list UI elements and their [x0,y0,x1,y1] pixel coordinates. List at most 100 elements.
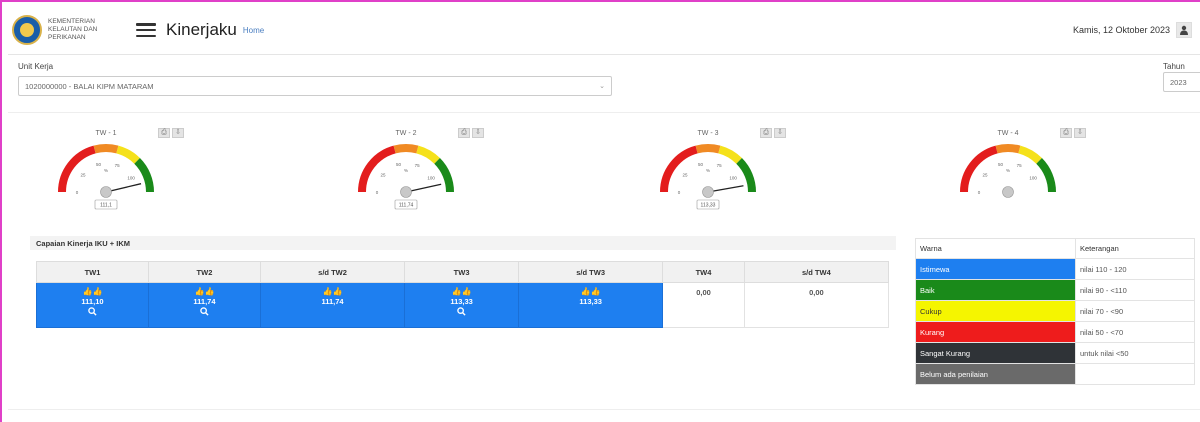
search-icon[interactable] [149,307,260,318]
tahun-label: Tahun [1163,62,1185,71]
performance-cell: 👍👍 111,74 [147,282,261,328]
legend-color-label: Istimewa [915,258,1076,280]
top-header: KEMENTERIAN KELAUTAN DAN PERIKANAN Kiner… [8,6,1200,54]
performance-col-header: s/d TW2 [259,261,406,283]
legend-row: Cukup nilai 70 - <90 [915,300,1195,322]
gauge-tick-label: 50 [698,162,704,167]
gauge-hub [1002,186,1014,198]
org-line-3: PERIKANAN [48,34,86,41]
legend-row: Sangat Kurang untuk nilai <50 [915,342,1195,364]
performance-cell: 👍👍 113,33 [518,282,664,328]
legend-row: Kurang nilai 50 - <70 [915,321,1195,343]
print-icon[interactable]: ⎙ [1060,128,1072,138]
print-icon[interactable]: ⎙ [458,128,470,138]
legend-description: nilai 70 - <90 [1075,300,1195,322]
performance-value: 111,10 [81,297,104,306]
gauge-tw3: TW - 3 0 25 50 75 100% 113,33 ⎙ ⇩ [652,124,792,216]
org-line-1: KEMENTERIAN [48,18,95,25]
breadcrumb-home[interactable]: Home [243,26,264,35]
gauge-band [995,144,1021,154]
gauge-tick-label: 100 [1029,176,1037,181]
gauge-title: TW - 4 [998,130,1019,137]
gauge-hub [100,186,112,198]
gauge-band [116,145,140,164]
legend-color-label: Sangat Kurang [915,342,1076,364]
unit-kerja-label: Unit Kerja [18,62,54,71]
gauge-unit: % [1006,168,1010,173]
download-icon[interactable]: ⇩ [472,128,484,138]
legend-description: nilai 90 - <110 [1075,279,1195,301]
performance-cell: 👍👍 111,74 [259,282,406,328]
gauge-tick-label: 100 [427,176,435,181]
gauge-band [434,158,454,193]
performance-col-header: s/d TW3 [518,261,664,283]
gauge-tick-label: 75 [717,163,723,168]
performance-col-header: TW2 [147,261,261,283]
gauge-tick-label: 0 [678,190,681,195]
gauge-band [134,158,154,193]
gauge-tw1: TW - 1 0 25 50 75 100% 111,1 ⎙ ⇩ [50,124,190,216]
print-icon[interactable]: ⎙ [158,128,170,138]
gauge-band [416,145,440,164]
gauge-band [736,158,756,193]
gauge-tick-label: 75 [115,163,121,168]
print-icon[interactable]: ⎙ [760,128,772,138]
gauge-tick-label: 75 [1017,163,1023,168]
gauge-band [58,145,96,193]
gauge-band [1018,145,1042,164]
search-icon[interactable] [405,307,518,318]
legend-row: Baik nilai 90 - <110 [915,279,1195,301]
gauge-title: TW - 1 [96,130,117,137]
gauge-tick-label: 50 [396,162,402,167]
gauge-tick-label: 25 [982,172,988,177]
legend-table: Warna Keterangan Istimewa nilai 110 - 120… [915,238,1195,385]
gauge-unit: % [104,168,108,173]
legend-row: Belum ada penilaian [915,363,1195,385]
legend-description: untuk nilai <50 [1075,342,1195,364]
gauge-readout: 111,1 [100,203,112,209]
performance-cell: 👍👍 111,10 [36,282,149,328]
legend-col-keterangan: Keterangan [1075,238,1195,259]
legend-header-row: Warna Keterangan [915,238,1195,259]
gauge-band [718,145,742,164]
performance-value: 111,74 [193,297,216,306]
gauge-hub [400,186,412,198]
download-icon[interactable]: ⇩ [774,128,786,138]
tahun-select[interactable]: 2023 [1163,72,1200,92]
unit-kerja-value: 1020000000 - BALAI KIPM MATARAM [25,82,154,91]
gauge-tick-label: 100 [127,176,135,181]
user-icon [1180,25,1188,35]
gauge-band [358,145,396,193]
header-divider [8,54,1200,55]
performance-cell: 0,00 [743,282,890,328]
gauge-tick-label: 100 [729,176,737,181]
kkp-logo[interactable] [12,15,42,45]
search-icon[interactable] [37,307,148,318]
performance-col-header: s/d TW4 [743,261,890,283]
thumbs-up-icon: 👍👍 [322,287,343,296]
legend-description: nilai 50 - <70 [1075,321,1195,343]
gauge-tick-label: 25 [380,172,386,177]
thumbs-up-icon: 👍👍 [451,287,472,296]
gauge-band [1036,158,1056,193]
chevron-down-icon: ⌄ [599,83,605,90]
performance-value: 113,33 [579,297,602,306]
performance-header-row: TW1 TW2 s/d TW2 TW3 s/d TW3 TW4 s/d TW4 [36,261,890,283]
gauge-tick-label: 0 [376,190,379,195]
download-icon[interactable]: ⇩ [1074,128,1086,138]
unit-kerja-select[interactable]: 1020000000 - BALAI KIPM MATARAM ⌄ [18,76,612,96]
gauge-band [960,145,998,193]
hamburger-icon[interactable] [136,23,156,37]
user-menu-button[interactable] [1176,22,1192,38]
filter-divider [8,112,1200,113]
gauge-unit: % [404,168,408,173]
gauge-tick-label: 0 [978,190,981,195]
gauge-export-buttons: ⎙ ⇩ [458,128,484,138]
gauge-readout: 113,33 [701,203,716,209]
gauge-tw2: TW - 2 0 25 50 75 100% 111,74 ⎙ ⇩ [350,124,490,216]
performance-value: 113,33 [450,297,473,306]
download-icon[interactable]: ⇩ [172,128,184,138]
gauge-export-buttons: ⎙ ⇩ [1060,128,1086,138]
org-line-2: KELAUTAN DAN [48,26,98,33]
performance-value-row: 👍👍 111,10 👍👍 111,74 👍👍 111,74 👍👍 113,33 👍👍 113,33… [36,282,890,328]
